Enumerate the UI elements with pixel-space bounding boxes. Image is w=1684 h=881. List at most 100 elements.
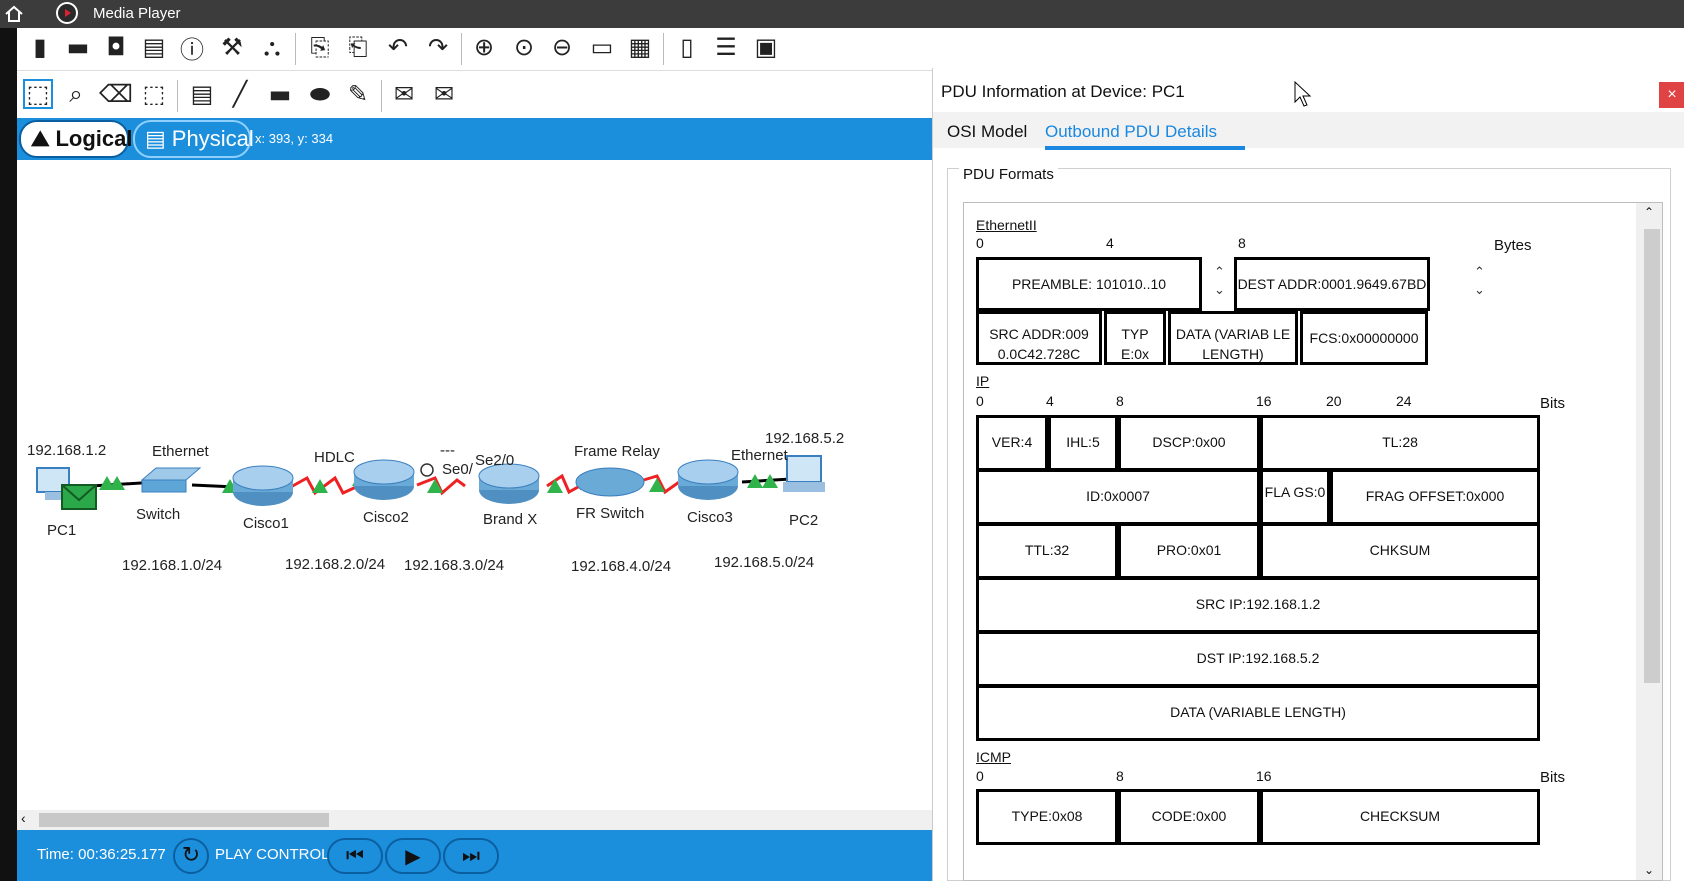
frswitch-label: FR Switch	[576, 505, 645, 522]
ihl-field: IHL:5	[1048, 415, 1118, 471]
physical-icon: ▤	[145, 126, 166, 151]
logical-tab[interactable]: ⛰ Logical	[19, 120, 133, 158]
tool-icon[interactable]: ⛬	[257, 32, 287, 62]
se0-label: Se0/	[442, 461, 473, 478]
viewport-icon[interactable]: ▯	[672, 32, 702, 62]
cisco1-label: Cisco1	[243, 515, 289, 532]
window-title: Media Player	[93, 5, 181, 22]
protocol-field: PRO:0x01	[1118, 523, 1260, 579]
logical-icon: ⛰	[31, 126, 50, 151]
ttl-field: TTL:32	[976, 523, 1118, 579]
pdu-list-icon[interactable]: ☰	[711, 32, 741, 62]
media-player-icon	[56, 2, 78, 24]
eth-data-field: DATA (VARIAB LE LENGTH)	[1168, 311, 1298, 365]
info-icon[interactable]: ⓘ	[177, 32, 207, 64]
close-button[interactable]: ×	[1659, 82, 1684, 108]
mode-bar: ⛰ Logical ▤ Physical x: 393, y: 334	[17, 118, 932, 160]
select-icon[interactable]: ⬚	[23, 79, 53, 109]
play-button[interactable]: ▶	[385, 838, 441, 874]
physical-label: Physical	[171, 126, 254, 151]
reset-icon: ↻	[181, 842, 201, 867]
separator	[663, 33, 664, 65]
sim-time: Time: 00:36:25.177	[37, 846, 166, 863]
pc1-icon	[36, 467, 97, 510]
vertical-scrollbar[interactable]: ⌃ ⌄	[1636, 203, 1662, 880]
mouse-cursor-icon	[1294, 80, 1312, 107]
net2-label: 192.168.2.0/24	[285, 556, 386, 573]
delete-icon[interactable]: ⌫	[99, 79, 133, 109]
framerelay-label: Frame Relay	[574, 443, 660, 460]
net3-label: 192.168.3.0/24	[404, 557, 505, 574]
zoom-in-icon[interactable]: ⊕	[469, 32, 499, 62]
ethernet-ruler: 0 4 8	[976, 235, 1496, 257]
note-icon[interactable]: ▤	[187, 79, 217, 109]
add-simple-pdu-icon[interactable]: ✉	[389, 79, 419, 109]
zoom-reset-icon[interactable]: ⊙	[509, 32, 539, 62]
pdu-info-dialog: PDU Information at Device: PC1 × OSI Mod…	[932, 68, 1684, 881]
frag-offset-field: FRAG OFFSET:0x000	[1330, 469, 1540, 525]
freeform-icon[interactable]: ✎	[343, 79, 373, 109]
horizontal-scrollbar[interactable]: ‹	[17, 810, 932, 830]
physical-tab[interactable]: ▤ Physical	[133, 120, 254, 158]
wizard-icon[interactable]: ⚒	[217, 32, 247, 62]
workspace-canvas[interactable]: 192.168.1.2 PC1 Ethernet Switch Cisco1 H…	[17, 160, 932, 810]
palette-icon[interactable]: ▭	[587, 32, 617, 62]
tab-osi-model[interactable]: OSI Model	[947, 122, 1027, 142]
id-field: ID:0x0007	[976, 469, 1260, 525]
open-icon[interactable]: ▬	[63, 32, 93, 62]
line-icon[interactable]: ╱	[225, 79, 255, 109]
custom-device-icon[interactable]: ▦	[625, 32, 655, 62]
icmp-unit: Bits	[1540, 769, 1566, 786]
resize-icon[interactable]: ⬚	[139, 79, 169, 109]
ip-unit: Bits	[1540, 395, 1566, 412]
pc2-label: PC2	[789, 512, 819, 529]
ethernet1-label: Ethernet	[152, 443, 209, 460]
paste-icon[interactable]: ⎗	[343, 32, 373, 62]
frswitch-icon	[575, 467, 645, 497]
skip-forward-icon: ⏭	[462, 844, 480, 867]
scroll-thumb[interactable]	[39, 813, 329, 827]
scroll-thumb[interactable]	[1644, 229, 1660, 683]
copy-icon[interactable]: ⎘	[305, 32, 335, 62]
save-icon[interactable]: ◘	[101, 32, 131, 62]
se2-label: Se2/0	[475, 452, 515, 469]
inspect-icon[interactable]: ⌕	[61, 79, 91, 109]
scroll-left-icon[interactable]: ‹	[21, 810, 26, 826]
net1-label: 192.168.1.0/24	[122, 557, 223, 574]
skip-back-icon: ⏮	[346, 844, 364, 867]
separator	[461, 33, 462, 65]
pc1-ip: 192.168.1.2	[27, 442, 107, 459]
dest-scroll-icon[interactable]: ⌃ ⌄	[1474, 263, 1485, 299]
forward-button[interactable]: ⏭	[443, 838, 499, 874]
dashes-label: ---	[440, 442, 455, 459]
undo-icon[interactable]: ↶	[383, 32, 413, 62]
ip-checksum-field: CHKSUM	[1260, 523, 1540, 579]
brandx-label: Brand X	[483, 511, 538, 528]
home-icon[interactable]	[4, 4, 24, 24]
play-icon: ▶	[405, 845, 421, 868]
zoom-out-icon[interactable]: ⊖	[547, 32, 577, 62]
reset-time-button[interactable]: ↻	[173, 838, 209, 874]
ruler-tick: 16	[1256, 393, 1272, 409]
back-button[interactable]: ⏮	[327, 838, 383, 874]
net4-label: 192.168.4.0/24	[571, 558, 672, 575]
title-bar: Media Player	[0, 0, 1684, 28]
redo-icon[interactable]: ↷	[423, 32, 453, 62]
rectangle-icon[interactable]: ▬	[265, 79, 295, 109]
drawing-toolbar: ⬚ ⌕ ⌫ ⬚ ▤ ╱ ▬ ⬬ ✎ ✉ ✉	[17, 70, 932, 120]
scroll-up-icon[interactable]: ⌃	[1644, 205, 1654, 219]
ruler-tick: 4	[1046, 393, 1054, 409]
pc1-label: PC1	[47, 522, 77, 539]
print-icon[interactable]: ▤	[139, 32, 169, 62]
clock-icon	[420, 463, 434, 477]
new-icon[interactable]: ▮	[25, 32, 55, 62]
tab-outbound-pdu[interactable]: Outbound PDU Details	[1045, 122, 1217, 142]
ruler-tick: 16	[1256, 768, 1272, 784]
add-complex-pdu-icon[interactable]: ✉	[429, 79, 459, 109]
preamble-scroll-icon[interactable]: ⌃ ⌄	[1214, 263, 1225, 299]
scroll-down-icon[interactable]: ⌄	[1644, 863, 1654, 877]
topology-links	[36, 455, 825, 510]
src-addr-field: SRC ADDR:009 0.0C42.728C	[976, 311, 1102, 365]
ellipse-icon[interactable]: ⬬	[305, 79, 335, 109]
camera-icon[interactable]: ▣	[751, 32, 781, 62]
